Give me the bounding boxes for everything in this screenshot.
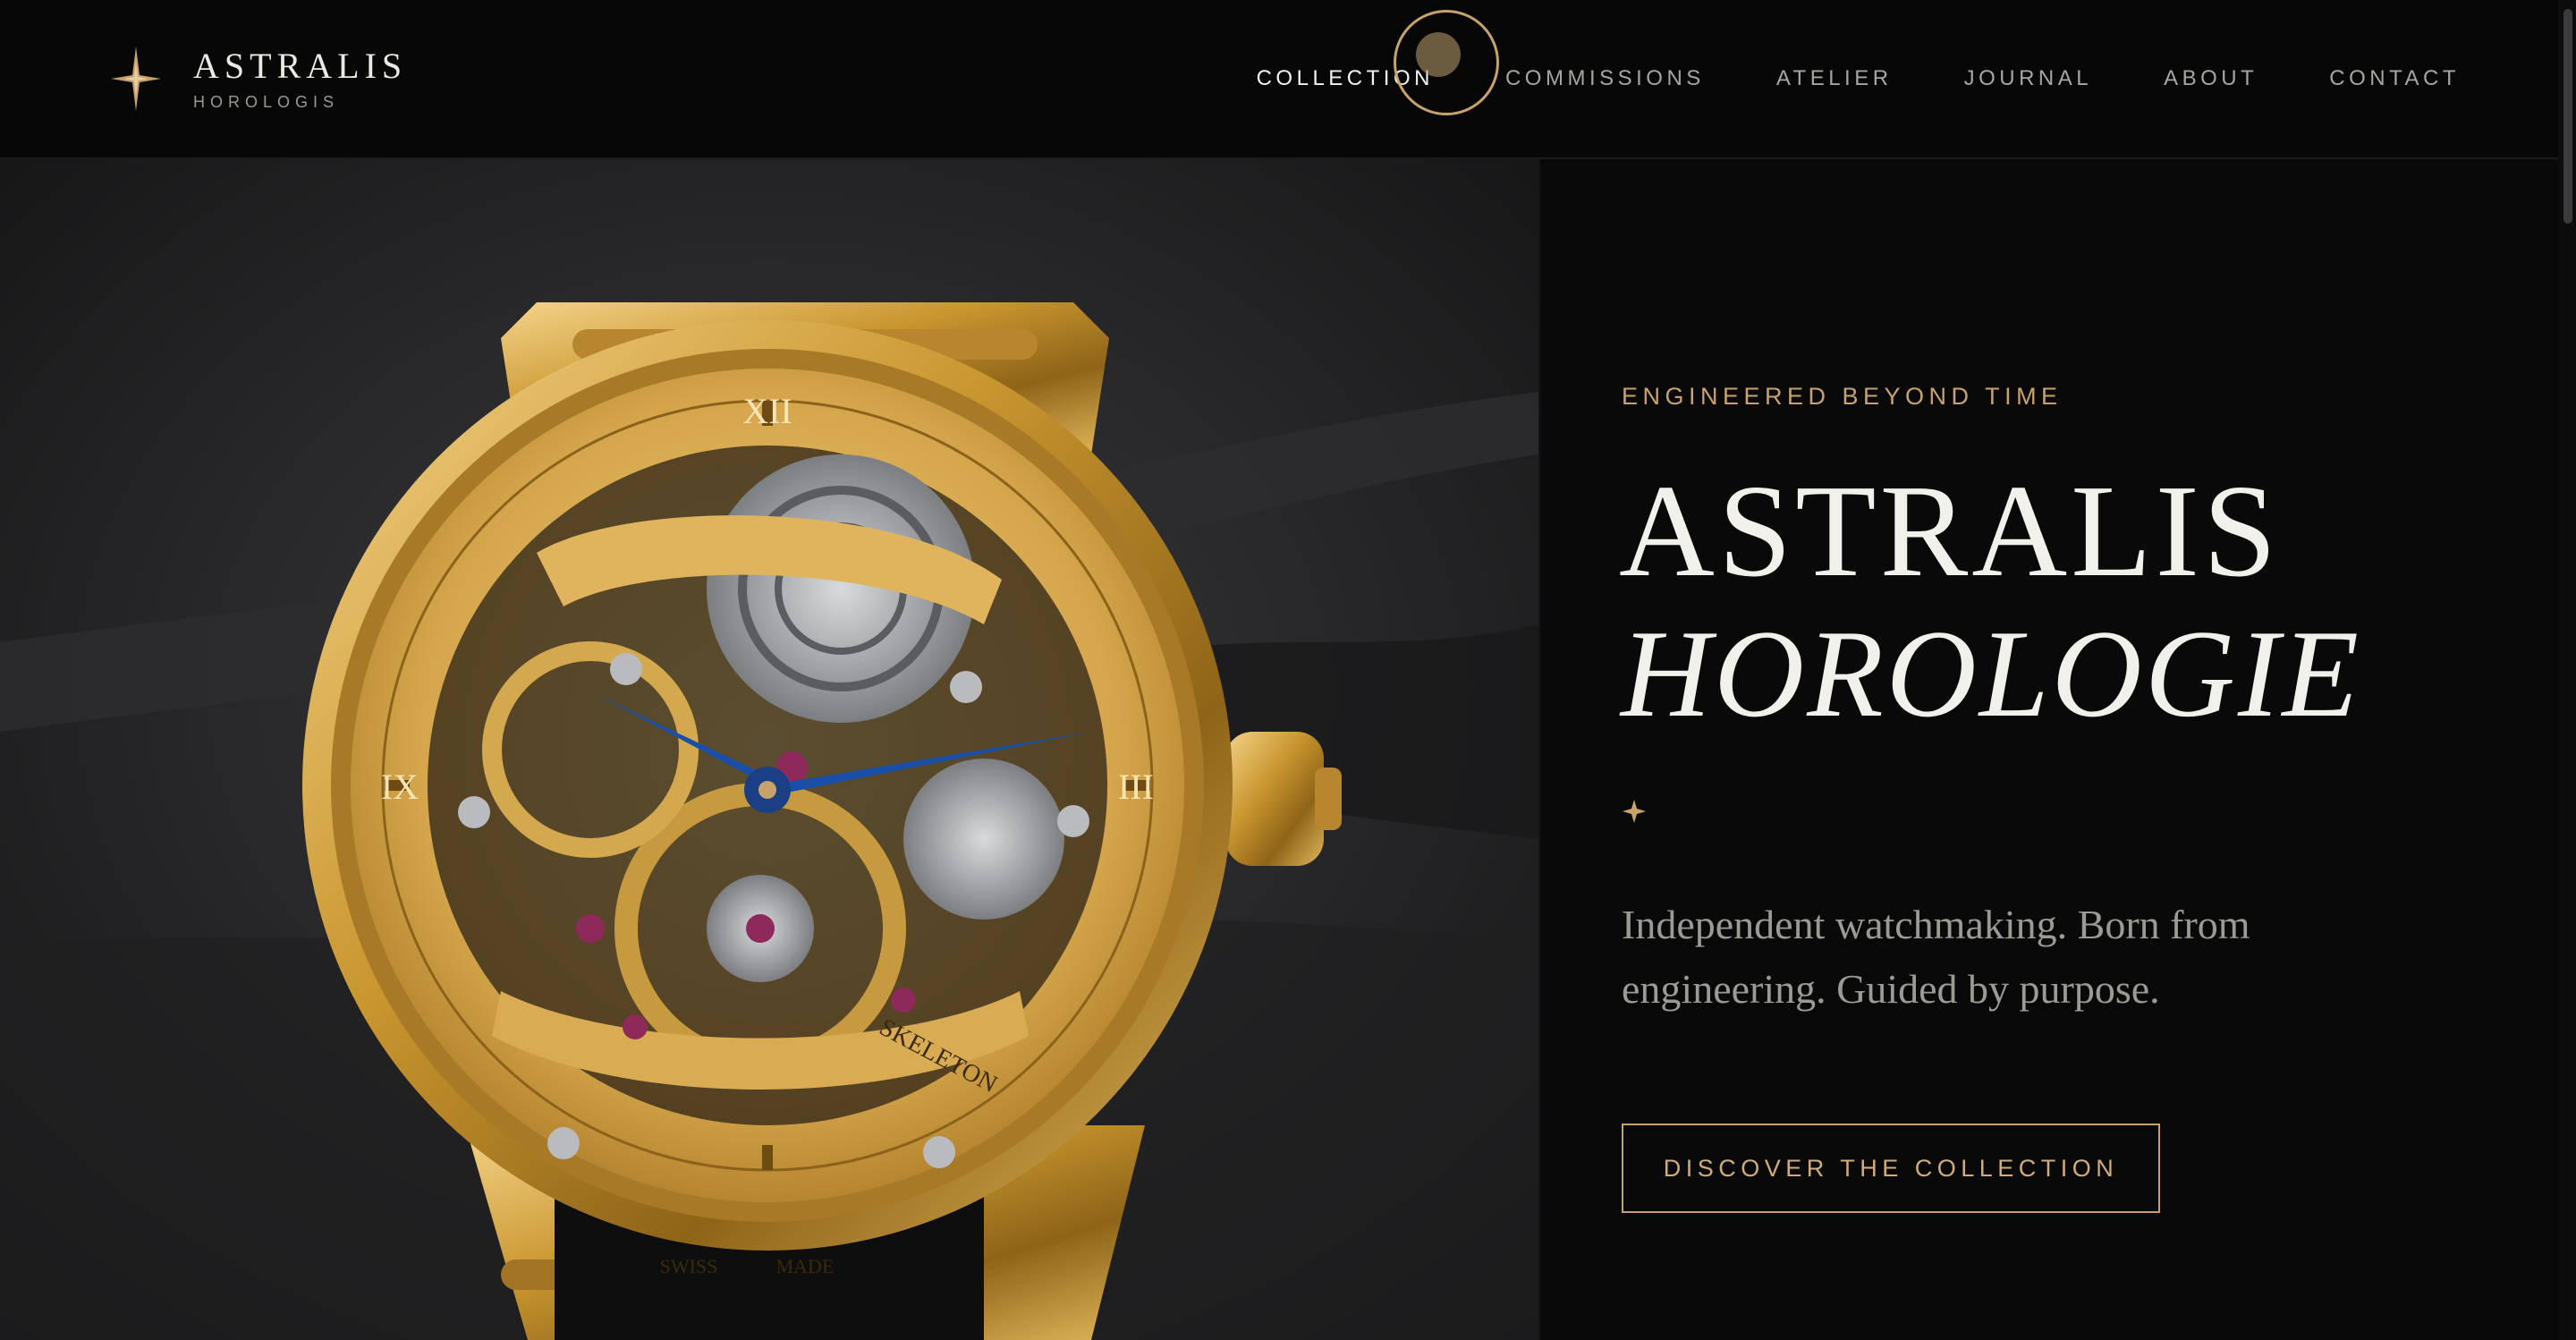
dial-numeral-xii: XII [742, 391, 792, 431]
hero-eyebrow: ENGINEERED BEYOND TIME [1622, 383, 2063, 410]
dial-numeral-iii: III [1118, 767, 1154, 807]
brand-logo[interactable]: ASTRALIS HOROLOGIS [107, 43, 407, 114]
compass-star-icon [111, 47, 161, 111]
nav-item-contact[interactable]: CONTACT [2329, 63, 2460, 95]
sparkle-icon [1623, 800, 1646, 823]
dial-made-label: MADE [776, 1255, 835, 1277]
hero-tagline: Independent watchmaking. Born from engin… [1622, 893, 2427, 1022]
hero-title-line1: ASTRALIS [1619, 458, 2281, 605]
custom-cursor-dot [1416, 32, 1461, 77]
dial-numeral-ix: IX [381, 767, 419, 807]
scrollbar[interactable] [2558, 0, 2576, 1340]
discover-collection-button[interactable]: DISCOVER THE COLLECTION [1622, 1124, 2160, 1213]
hero-tagline-line2: engineering. Guided by purpose. [1622, 966, 2160, 1012]
main-nav: COLLECTION COMMISSIONS ATELIER JOURNAL A… [1185, 63, 2460, 95]
nav-item-journal[interactable]: JOURNAL [1964, 63, 2093, 95]
watch-illustration: XII IX III SKELETON SWISS MADE [0, 159, 1538, 1340]
hero-title-line2: HOROLOGIE [1621, 605, 2362, 743]
nav-item-about[interactable]: ABOUT [2164, 63, 2258, 95]
scrollbar-thumb[interactable] [2563, 9, 2572, 224]
hero-watch-image: XII IX III SKELETON SWISS MADE [0, 159, 1538, 1340]
brand-subtitle: HOROLOGIS [193, 92, 340, 111]
dial-swiss-label: SWISS [660, 1255, 718, 1277]
site-header: ASTRALIS HOROLOGIS COLLECTION COMMISSION… [0, 0, 2576, 159]
brand-name: ASTRALIS [193, 45, 408, 86]
nav-item-commissions[interactable]: COMMISSIONS [1505, 63, 1705, 95]
nav-item-atelier[interactable]: ATELIER [1776, 63, 1893, 95]
hero-tagline-line1: Independent watchmaking. Born from [1622, 902, 2250, 947]
